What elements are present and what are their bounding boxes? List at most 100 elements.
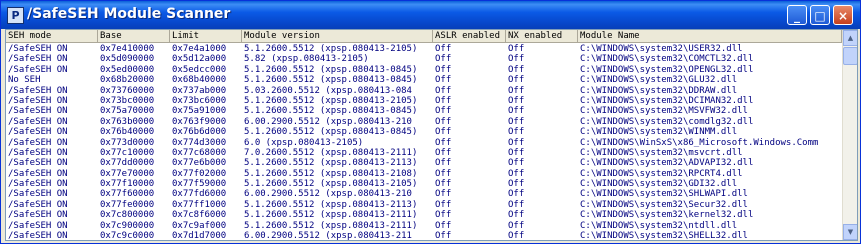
title-bar[interactable]: P /SafeSEH Module Scanner _ □ ×: [1, 1, 860, 29]
version-cell: 5.1.2600.5512 (xpsp.080413-0845): [244, 64, 418, 75]
table-row[interactable]: /SafeSEH ON 0x7c9c0000 0x7d1d7000 6.00.2900…: [6, 231, 842, 241]
version-cell: 5.1.2600.5512 (xpsp.080413-2108): [244, 168, 418, 179]
column-header-module-name[interactable]: Module Name: [578, 30, 842, 43]
table-row[interactable]: /SafeSEH ON 0x77e70000 0x77f02000 5.1.2600.…: [6, 169, 842, 179]
version-cell: 5.82 (xpsp.080413-2105): [244, 54, 369, 65]
version-cell: 5.1.2600.5512 (xpsp.080413-2111): [244, 210, 418, 221]
table-row[interactable]: /SafeSEH ON 0x5d090000 0x5d12a000 5.82 (xps…: [6, 54, 842, 64]
module-rows: /SafeSEH ON 0x7e410000 0x7e4a1000 5.1.2600.…: [6, 44, 842, 241]
module-name-cell: C:\WINDOWS\system32\COMCTL32.dll: [580, 54, 754, 65]
module-name-cell: C:\WINDOWS\system32\DDRAW.dll: [580, 85, 738, 96]
table-row[interactable]: /SafeSEH ON 0x77f10000 0x77f59000 5.1.2600.…: [6, 179, 842, 189]
seh-mode-cell: /SafeSEH ON: [8, 127, 68, 138]
aslr-cell: Off: [435, 199, 452, 210]
version-cell: 5.1.2600.5512 (xpsp.080413-2113): [244, 158, 418, 169]
limit-cell: 0x774d3000: [172, 137, 227, 148]
module-name-cell: C:\WINDOWS\system32\GDI32.dll: [580, 179, 738, 190]
minimize-button[interactable]: _: [787, 5, 807, 25]
seh-mode-cell: /SafeSEH ON: [8, 95, 68, 106]
module-name-cell: C:\WINDOWS\system32\SHELL32.dll: [580, 231, 748, 241]
limit-cell: 0x73bc6000: [172, 95, 227, 106]
table-row[interactable]: No SEH 0x68b20000 0x68b40000 5.1.2600.5512 …: [6, 75, 842, 85]
limit-cell: 0x5edcc000: [172, 64, 227, 75]
seh-mode-cell: /SafeSEH ON: [8, 210, 68, 221]
module-name-cell: C:\WINDOWS\system32\WINMM.dll: [580, 127, 738, 138]
scroll-thumb[interactable]: [843, 47, 857, 65]
seh-mode-cell: /SafeSEH ON: [8, 64, 68, 75]
base-cell: 0x77f60000: [100, 189, 155, 200]
limit-cell: 0x77f59000: [172, 179, 227, 190]
base-cell: 0x773d0000: [100, 137, 155, 148]
nx-cell: Off: [508, 106, 525, 117]
table-row[interactable]: /SafeSEH ON 0x77fe0000 0x77ff1000 5.1.2600.…: [6, 200, 842, 210]
base-cell: 0x7c800000: [100, 210, 155, 221]
table-row[interactable]: /SafeSEH ON 0x73760000 0x737ab000 5.03.2600…: [6, 86, 842, 96]
nx-cell: Off: [508, 220, 525, 231]
table-row[interactable]: /SafeSEH ON 0x77f60000 0x77fd6000 6.00.2900…: [6, 189, 842, 199]
table-row[interactable]: /SafeSEH ON 0x77c10000 0x77c68000 7.0.2600.…: [6, 148, 842, 158]
nx-cell: Off: [508, 158, 525, 169]
aslr-cell: Off: [435, 210, 452, 221]
module-name-cell: C:\WINDOWS\system32\kernel32.dll: [580, 210, 754, 221]
version-cell: 5.03.2600.5512 (xpsp.080413-084: [244, 85, 412, 96]
table-row[interactable]: /SafeSEH ON 0x77dd0000 0x77e6b000 5.1.2600.…: [6, 158, 842, 168]
table-row[interactable]: /SafeSEH ON 0x7e410000 0x7e4a1000 5.1.2600.…: [6, 44, 842, 54]
maximize-button[interactable]: □: [810, 5, 830, 25]
base-cell: 0x77dd0000: [100, 158, 155, 169]
table-row[interactable]: /SafeSEH ON 0x773d0000 0x774d3000 6.0 (xpsp…: [6, 138, 842, 148]
table-row[interactable]: /SafeSEH ON 0x7c900000 0x7c9af000 5.1.2600.…: [6, 221, 842, 231]
limit-cell: 0x77ff1000: [172, 199, 227, 210]
scroll-up-arrow-icon[interactable]: ▲: [843, 30, 857, 46]
close-button[interactable]: ×: [833, 5, 853, 25]
module-name-cell: C:\WINDOWS\system32\MSVFW32.dll: [580, 106, 748, 117]
limit-cell: 0x763f9000: [172, 116, 227, 127]
vertical-scrollbar[interactable]: ▲ ▼: [842, 30, 857, 240]
column-header-module-version[interactable]: Module version: [242, 30, 433, 43]
module-name-cell: C:\WINDOWS\system32\comdlg32.dll: [580, 116, 754, 127]
column-header-aslr[interactable]: ASLR enabled: [433, 30, 506, 43]
app-icon[interactable]: P: [7, 7, 24, 24]
seh-mode-cell: /SafeSEH ON: [8, 137, 68, 148]
version-cell: 5.1.2600.5512 (xpsp.080413-2113): [244, 199, 418, 210]
aslr-cell: Off: [435, 64, 452, 75]
nx-cell: Off: [508, 199, 525, 210]
column-header-seh-mode[interactable]: SEH mode: [6, 30, 98, 43]
column-header-nx[interactable]: NX enabled: [506, 30, 578, 43]
column-header-limit[interactable]: Limit: [170, 30, 242, 43]
nx-cell: Off: [508, 231, 525, 241]
seh-mode-cell: /SafeSEH ON: [8, 106, 68, 117]
module-list[interactable]: SEH mode Base Limit Module version ASLR …: [5, 29, 858, 241]
base-cell: 0x7e410000: [100, 44, 155, 54]
column-header-row: SEH mode Base Limit Module version ASLR …: [6, 30, 842, 43]
table-row[interactable]: /SafeSEH ON 0x763b0000 0x763f9000 6.00.2900…: [6, 117, 842, 127]
nx-cell: Off: [508, 127, 525, 138]
version-cell: 7.0.2600.5512 (xpsp.080413-2111): [244, 147, 418, 158]
module-name-cell: C:\WINDOWS\system32\ADVAPI32.dll: [580, 158, 754, 169]
module-name-cell: C:\WINDOWS\system32\DCIMAN32.dll: [580, 95, 754, 106]
nx-cell: Off: [508, 95, 525, 106]
aslr-cell: Off: [435, 44, 452, 54]
base-cell: 0x5ed00000: [100, 64, 155, 75]
aslr-cell: Off: [435, 158, 452, 169]
table-row[interactable]: /SafeSEH ON 0x76b40000 0x76b6d000 5.1.2600.…: [6, 127, 842, 137]
module-name-cell: C:\WINDOWS\system32\RPCRT4.dll: [580, 168, 743, 179]
limit-cell: 0x737ab000: [172, 85, 227, 96]
scroll-down-arrow-icon[interactable]: ▼: [843, 224, 857, 240]
table-row[interactable]: /SafeSEH ON 0x5ed00000 0x5edcc000 5.1.2600.…: [6, 65, 842, 75]
module-name-cell: C:\WINDOWS\system32\SHLWAPI.dll: [580, 189, 748, 200]
base-cell: 0x77c10000: [100, 147, 155, 158]
nx-cell: Off: [508, 44, 525, 54]
table-row[interactable]: /SafeSEH ON 0x7c800000 0x7c8f6000 5.1.2600.…: [6, 210, 842, 220]
window-title: /SafeSEH Module Scanner: [27, 6, 231, 22]
aslr-cell: Off: [435, 95, 452, 106]
column-header-base[interactable]: Base: [98, 30, 170, 43]
aslr-cell: Off: [435, 147, 452, 158]
limit-cell: 0x5d12a000: [172, 54, 227, 65]
table-row[interactable]: /SafeSEH ON 0x75a70000 0x75a91000 5.1.2600.…: [6, 106, 842, 116]
limit-cell: 0x77f02000: [172, 168, 227, 179]
aslr-cell: Off: [435, 189, 452, 200]
limit-cell: 0x7d1d7000: [172, 231, 227, 241]
nx-cell: Off: [508, 168, 525, 179]
base-cell: 0x73bc0000: [100, 95, 155, 106]
table-row[interactable]: /SafeSEH ON 0x73bc0000 0x73bc6000 5.1.2600.…: [6, 96, 842, 106]
